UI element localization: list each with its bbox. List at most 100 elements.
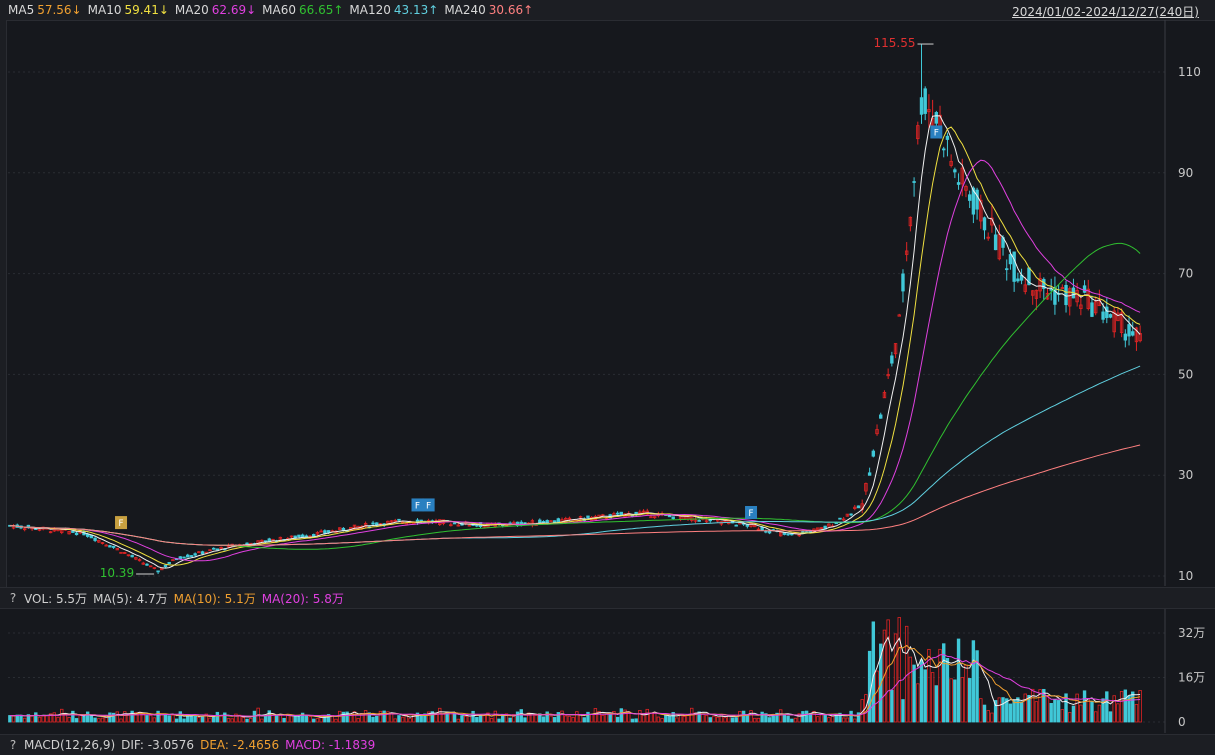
volume-bar [460, 715, 464, 723]
volume-bar [493, 710, 498, 723]
volume-bar [1134, 704, 1139, 723]
candle-body [211, 547, 216, 550]
marker-label: F [748, 509, 753, 519]
volume-bar [523, 717, 527, 723]
volume-bar [182, 718, 186, 723]
volume-bar [215, 711, 220, 723]
candle-body [782, 532, 787, 535]
volume-bar [1119, 690, 1124, 723]
volume-bar [197, 717, 201, 723]
volume-bar [308, 716, 312, 723]
price-tick-label: 10 [1178, 569, 1193, 583]
candle-body [326, 530, 331, 533]
candle-body [523, 522, 527, 525]
vol-ma5: MA(5): 4.7万 [93, 591, 168, 606]
candle-body [452, 522, 457, 525]
stock-chart-svg: 1109070503010 32万16万0 115.5510.39FF FFF [8, 20, 1205, 733]
volume-bar [1012, 699, 1016, 723]
volume-bar [489, 718, 494, 723]
candle-body [890, 355, 894, 364]
volume-bar [890, 689, 894, 723]
candle-body [182, 556, 186, 559]
volume-bar [682, 715, 687, 723]
candle-body [956, 182, 961, 185]
candle-body [734, 524, 738, 527]
volume-bar [741, 710, 746, 723]
volume-bar [167, 715, 171, 723]
volume-bar [641, 713, 646, 723]
candle-body [323, 530, 327, 534]
volume-bar [1049, 703, 1053, 723]
volume-bar [701, 713, 705, 723]
volume-bar [178, 711, 183, 723]
volume-bar [519, 709, 523, 723]
volume-bar [990, 712, 994, 723]
volume-bar [638, 710, 642, 723]
volume-bar [267, 710, 271, 723]
volume-bar [297, 715, 301, 723]
candle-body [619, 511, 624, 516]
candle-body [556, 518, 561, 523]
price-tick-label: 50 [1178, 367, 1193, 381]
macd-help-icon[interactable]: ? [6, 738, 20, 752]
candle-body [93, 537, 97, 541]
volume-bar [715, 716, 720, 723]
candle-body [1008, 254, 1013, 265]
volume-bar [708, 717, 712, 723]
volume-bar [660, 718, 664, 723]
volume-bar [441, 713, 446, 723]
candle-body [786, 533, 790, 536]
candle-body [934, 112, 939, 124]
volume-bar [1138, 690, 1142, 723]
candle-body [975, 189, 979, 210]
volume-bar [1008, 703, 1013, 723]
volume-bar [156, 710, 160, 723]
candle-body [667, 515, 672, 518]
volume-bar [130, 710, 134, 723]
volume-bar [916, 683, 920, 723]
candle-body [145, 563, 149, 566]
marker-label: F [118, 519, 123, 529]
volume-bar [923, 669, 927, 723]
volume-bar [545, 711, 549, 723]
volume-tick-label: 32万 [1178, 626, 1205, 640]
volume-bar [960, 677, 964, 723]
volume-bar [1071, 705, 1076, 723]
ma5-line [9, 115, 1141, 569]
forecast-marker: F [422, 498, 435, 512]
volume-bar [919, 659, 924, 723]
volume-bar [604, 713, 609, 723]
volume-bar [508, 717, 512, 723]
ma120-line [9, 365, 1141, 546]
candle-body [615, 512, 620, 515]
volume-bar [556, 712, 561, 723]
volume-bar [534, 714, 538, 723]
candle-body [764, 530, 768, 533]
forecast-marker: F [115, 516, 128, 530]
volume-bar [719, 713, 724, 723]
volume-bar [115, 711, 120, 723]
volume-bar [964, 664, 968, 723]
volume-bar [908, 656, 913, 723]
volume-bar [567, 715, 572, 723]
candle-body [1108, 314, 1113, 318]
candle-body [1082, 285, 1087, 293]
volume-bar [223, 712, 227, 723]
volume-bar [1093, 711, 1098, 723]
volume-bar [30, 715, 34, 723]
candle-body [108, 545, 112, 548]
volume-bar [967, 678, 972, 723]
volume-bar [1030, 688, 1035, 723]
volume-bar [467, 715, 472, 723]
volume-bar [67, 717, 71, 723]
volume-bar [593, 708, 598, 723]
volume-bar [893, 633, 898, 723]
volume-bar [656, 716, 661, 723]
volume-bar [356, 718, 360, 723]
volume-bar [856, 712, 861, 723]
volume-bar [60, 708, 64, 723]
volume-bar [263, 715, 268, 723]
volume-bar [211, 716, 216, 723]
volume-bar [1016, 697, 1020, 723]
volume-help-icon[interactable]: ? [6, 591, 20, 605]
